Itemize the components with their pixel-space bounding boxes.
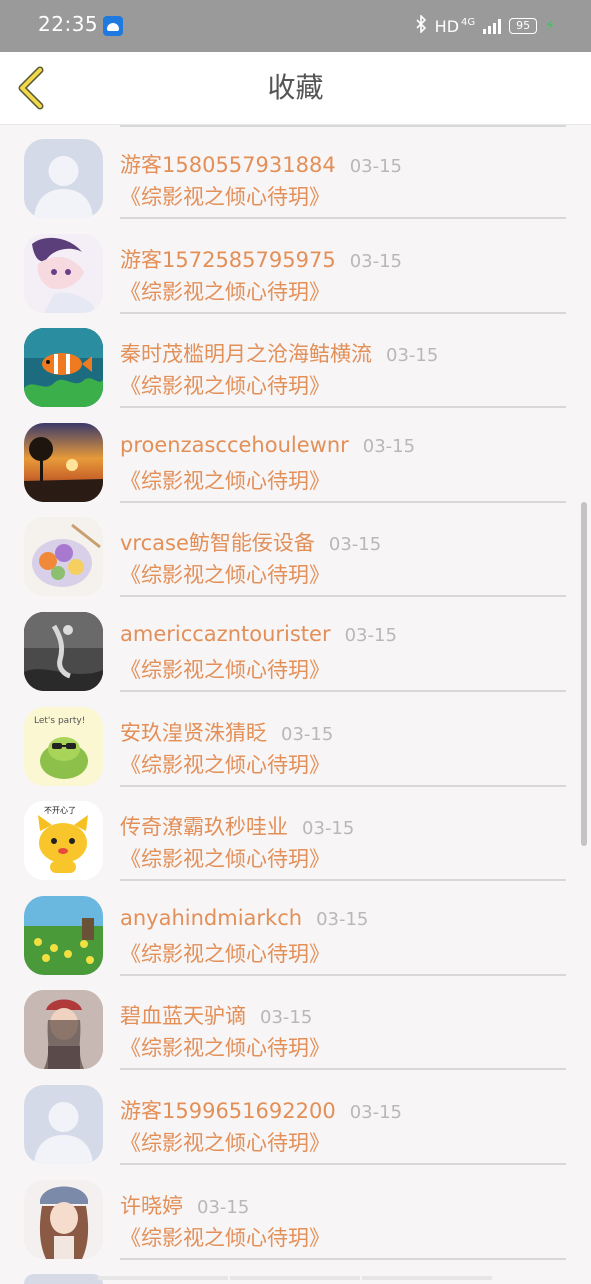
default-avatar [24,139,103,218]
avatar [24,1274,103,1284]
girl-cap-avatar [24,990,103,1070]
book-title: 《综影视之倾心待玥》 [120,279,330,304]
party-turtle-avatar: Let's party! [24,706,103,786]
user-name: 游客1599651692200 [120,1098,336,1123]
user-name: 碧血蓝天驴谪 [120,1004,246,1029]
item-date: 03-15 [281,723,334,745]
book-title: 《综影视之倾心待玥》 [120,1036,330,1061]
item-date: 03-15 [316,908,369,930]
book-title: 《综影视之倾心待玥》 [120,1130,330,1155]
bluetooth-icon [415,14,427,37]
hd-label: HD [434,16,460,36]
svg-text:不开心了: 不开心了 [44,806,76,815]
list-item[interactable]: 游客1572585795975 03-15 《综影视之倾心待玥》 [0,220,591,315]
list-item[interactable]: americcazntourister 03-15 《综影视之倾心待玥》 [0,598,591,693]
book-title: 《综影视之倾心待玥》 [120,941,330,966]
item-date: 03-15 [197,1196,250,1218]
clownfish-avatar [24,328,103,408]
book-title: 《综影视之倾心待玥》 [120,847,330,872]
book-title: 《综影视之倾心待玥》 [120,374,330,399]
book-title: 《综影视之倾心待玥》 [120,657,330,682]
list-item-partial [0,1270,591,1284]
list-divider [362,1276,492,1280]
user-name: 安玖湟贤洙猜眨 [120,720,267,745]
status-time: 22:35 [38,12,99,36]
book-title: 《综影视之倾心待玥》 [120,752,330,777]
user-name: 许晓婷 [120,1193,183,1218]
book-title: 《综影视之倾心待玥》 [120,185,330,209]
list-item[interactable]: 碧血蓝天驴谪 03-15 《综影视之倾心待玥》 [0,976,591,1071]
item-date: 03-15 [260,1007,313,1029]
food-bowl-avatar [24,517,103,597]
header: 收藏 [0,52,591,125]
battery-level: 95 [516,19,531,32]
status-bar: 22:35 HD 4G 95 ⚡ [0,0,591,52]
book-title: 《综影视之倾心待玥》 [120,1225,330,1250]
item-date: 03-15 [344,624,397,646]
user-name: 传奇潦霸玖秒哇业 [120,815,288,840]
user-name: americcazntourister [120,621,331,646]
battery-icon: 95 [509,18,538,34]
list-divider [120,1257,566,1260]
app-notification-icon [103,16,123,36]
user-name: proenzascceh​oulewnr [120,432,349,457]
flower-field-avatar [24,895,103,975]
item-date: 03-15 [386,345,439,367]
item-date: 03-15 [349,156,403,177]
user-name: anyahindmiarkch [120,905,303,930]
list-item[interactable]: 秦时茂槛明月之沧海鲒横流 03-15 《综影视之倾心待玥》 [0,314,591,409]
charging-icon: ⚡ [545,18,555,34]
default-avatar [24,1084,103,1164]
list-item[interactable]: 游客1599651692200 03-15 《综影视之倾心待玥》 [0,1071,591,1166]
list-item[interactable]: Let's party! 安玖湟贤洙猜眨 03-15 《综影视之倾心待玥》 [0,693,591,788]
cartoon-cat-avatar: 不开心了 [24,801,103,881]
scrollbar[interactable] [581,502,587,846]
user-name: 游客1580557931884 [120,153,336,177]
signal-icon [483,18,502,34]
list-divider [98,1276,228,1280]
item-date: 03-15 [349,250,403,272]
anime-avatar [24,233,103,313]
status-indicators: HD 4G 95 ⚡ [415,14,555,37]
item-date: 03-15 [362,435,416,457]
item-date: 03-15 [302,818,355,840]
book-title: 《综影视之倾心待玥》 [120,468,330,493]
girl-portrait-avatar [24,1179,103,1259]
bw-photo-avatar [24,611,103,691]
item-date: 03-15 [328,534,382,556]
book-title: 《综影视之倾心待玥》 [120,563,330,588]
sunset-tree-avatar [24,422,103,502]
list-item[interactable]: 游客1580557931884 03-15 《综影视之倾心待玥》 [0,125,591,220]
list-item[interactable]: proenzascceh​oulewnr 03-15 《综影视之倾心待玥》 [0,409,591,504]
list-divider [230,1276,360,1280]
list-item[interactable]: anyahindmiarkch 03-15 《综影视之倾心待玥》 [0,882,591,977]
favorites-list: 游客1580557931884 03-15 《综影视之倾心待玥》 游客157258… [0,125,591,1260]
network-type-label: 4G [461,16,476,28]
list-item[interactable]: 许晓婷 03-15 《综影视之倾心待玥》 [0,1166,591,1261]
page-title: 收藏 [267,71,324,104]
user-name: vrcase鲂智能佞设备 [120,531,315,556]
item-date: 03-15 [349,1101,403,1123]
user-name: 秦时茂槛明月之沧海鲒横流 [120,342,372,367]
list-item[interactable]: 不开心了 传奇潦霸玖秒哇业 03-15 《综影视之倾心待玥》 [0,787,591,882]
user-name: 游客1572585795975 [120,247,336,272]
list-item[interactable]: vrcase鲂智能佞设备 03-15 《综影视之倾心待玥》 [0,503,591,598]
svg-text:Let's party!: Let's party! [34,716,85,726]
